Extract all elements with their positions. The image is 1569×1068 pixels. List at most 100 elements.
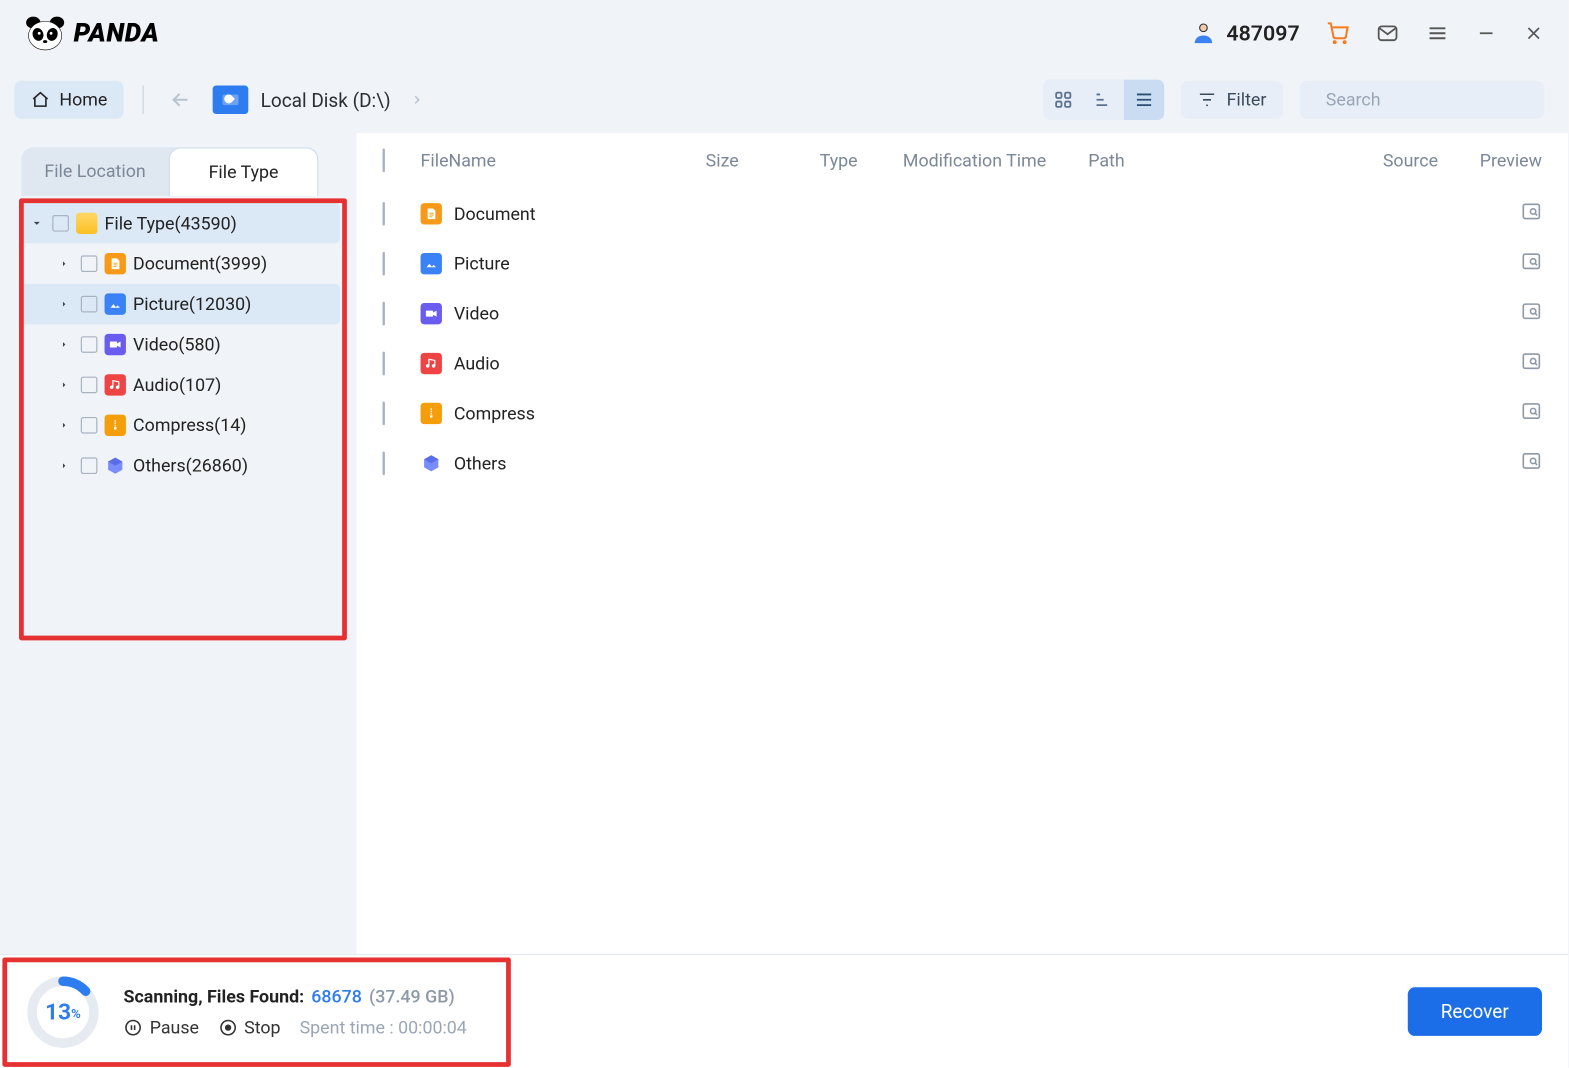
caret-right-icon[interactable] [59, 419, 73, 431]
brand-text: PANDA [74, 18, 160, 48]
avatar-icon [1191, 20, 1217, 46]
checkbox[interactable] [81, 417, 98, 434]
video-icon [105, 334, 126, 355]
brand-logo: PANDA [24, 15, 160, 51]
menu-icon[interactable] [1426, 21, 1450, 45]
document-icon [421, 203, 442, 224]
col-path[interactable]: Path [1088, 150, 1383, 171]
tree-root-label: File Type(43590) [105, 213, 237, 234]
document-icon [105, 253, 126, 274]
view-grid-button[interactable] [1044, 80, 1084, 120]
preview-icon[interactable] [1521, 255, 1542, 276]
others-icon [105, 455, 126, 476]
progress-ring: 13% [26, 975, 100, 1049]
caret-right-icon[interactable] [59, 460, 73, 472]
filter-label: Filter [1227, 89, 1267, 110]
panda-icon [24, 15, 67, 51]
tree-item-document[interactable]: Document(3999) [21, 244, 339, 284]
tree-item-label: Compress(14) [133, 415, 246, 436]
app-window: PANDA 487097 [0, 0, 1568, 1068]
scanning-label: Scanning, Files Found: [124, 985, 305, 1006]
breadcrumb[interactable]: Local Disk (D:\) [213, 86, 424, 115]
checkbox-all[interactable] [383, 148, 385, 172]
tab-file-type[interactable]: File Type [169, 147, 319, 196]
col-modification[interactable]: Modification Time [903, 150, 1088, 171]
list-row[interactable]: Others [356, 438, 1568, 488]
search-box[interactable] [1300, 81, 1545, 119]
caret-right-icon[interactable] [59, 339, 73, 351]
col-filename[interactable]: FileName [421, 150, 706, 171]
col-preview[interactable]: Preview [1471, 150, 1542, 171]
total-size: (37.49 GB) [369, 985, 455, 1006]
preview-icon[interactable] [1521, 206, 1542, 227]
recover-button[interactable]: Recover [1407, 987, 1542, 1036]
tree-item-label: Others(26860) [133, 455, 248, 476]
audio-icon [421, 353, 442, 374]
minimize-button[interactable] [1475, 23, 1496, 44]
list-row[interactable]: Picture [356, 239, 1568, 289]
preview-icon[interactable] [1521, 305, 1542, 326]
picture-icon [105, 293, 126, 314]
status-bar: 13% Scanning, Files Found: 68678 (37.49 … [0, 954, 1568, 1068]
preview-icon[interactable] [1521, 405, 1542, 426]
tree-item-label: Video(580) [133, 334, 221, 355]
tree-item-picture[interactable]: Picture(12030) [21, 284, 339, 324]
back-button[interactable] [163, 82, 199, 118]
col-source[interactable]: Source [1383, 150, 1471, 171]
list-header: FileName Size Type Modification Time Pat… [356, 133, 1568, 189]
caret-down-icon[interactable] [31, 217, 45, 229]
tree-item-label: Picture(12030) [133, 293, 251, 314]
cart-icon[interactable] [1326, 21, 1350, 45]
checkbox[interactable] [81, 336, 98, 353]
scan-info: Scanning, Files Found: 68678 (37.49 GB) … [124, 985, 467, 1037]
view-mode-group [1044, 80, 1165, 120]
caret-right-icon[interactable] [59, 258, 73, 270]
tree-root[interactable]: File Type(43590) [21, 203, 339, 243]
checkbox[interactable] [52, 215, 69, 232]
home-label: Home [59, 89, 107, 110]
tree-item-audio[interactable]: Audio(107) [21, 365, 339, 405]
audio-icon [105, 374, 126, 395]
checkbox[interactable] [81, 255, 98, 272]
list-row[interactable]: Document [356, 189, 1568, 239]
checkbox[interactable] [383, 402, 385, 426]
tree-item-compress[interactable]: Compress(14) [21, 405, 339, 445]
checkbox[interactable] [81, 296, 98, 313]
checkbox[interactable] [383, 451, 385, 475]
picture-icon [421, 253, 442, 274]
checkbox[interactable] [81, 377, 98, 394]
toolbar: Home Local Disk (D:\) [0, 67, 1568, 134]
caret-right-icon[interactable] [59, 298, 73, 310]
view-details-button[interactable] [1084, 80, 1124, 120]
col-size[interactable]: Size [706, 150, 820, 171]
row-label: Picture [454, 253, 510, 274]
home-button[interactable]: Home [14, 81, 124, 119]
list-row[interactable]: Video [356, 289, 1568, 339]
mail-icon[interactable] [1376, 21, 1400, 45]
preview-icon[interactable] [1521, 355, 1542, 376]
list-row[interactable]: Audio [356, 339, 1568, 389]
tree-item-others[interactable]: Others(26860) [21, 446, 339, 486]
sidebar-tabs: File Location File Type [21, 147, 318, 196]
user-badge[interactable]: 487097 [1191, 20, 1300, 46]
list-row[interactable]: Compress [356, 388, 1568, 438]
filter-button[interactable]: Filter [1181, 81, 1283, 119]
stop-button[interactable]: Stop [218, 1016, 281, 1037]
view-list-button[interactable] [1124, 80, 1164, 120]
pause-button[interactable]: Pause [124, 1016, 199, 1037]
tab-file-location[interactable]: File Location [21, 147, 168, 196]
checkbox[interactable] [383, 202, 385, 226]
spent-time: Spent time : 00:00:04 [300, 1016, 467, 1037]
disk-icon [213, 86, 249, 115]
checkbox[interactable] [383, 352, 385, 376]
preview-icon[interactable] [1521, 455, 1542, 476]
caret-right-icon[interactable] [59, 379, 73, 391]
tree-item-video[interactable]: Video(580) [21, 324, 339, 364]
checkbox[interactable] [383, 252, 385, 276]
search-input[interactable] [1326, 89, 1562, 110]
col-type[interactable]: Type [820, 150, 903, 171]
folder-icon [76, 213, 97, 234]
close-button[interactable] [1523, 23, 1544, 44]
checkbox[interactable] [81, 457, 98, 474]
checkbox[interactable] [383, 302, 385, 326]
